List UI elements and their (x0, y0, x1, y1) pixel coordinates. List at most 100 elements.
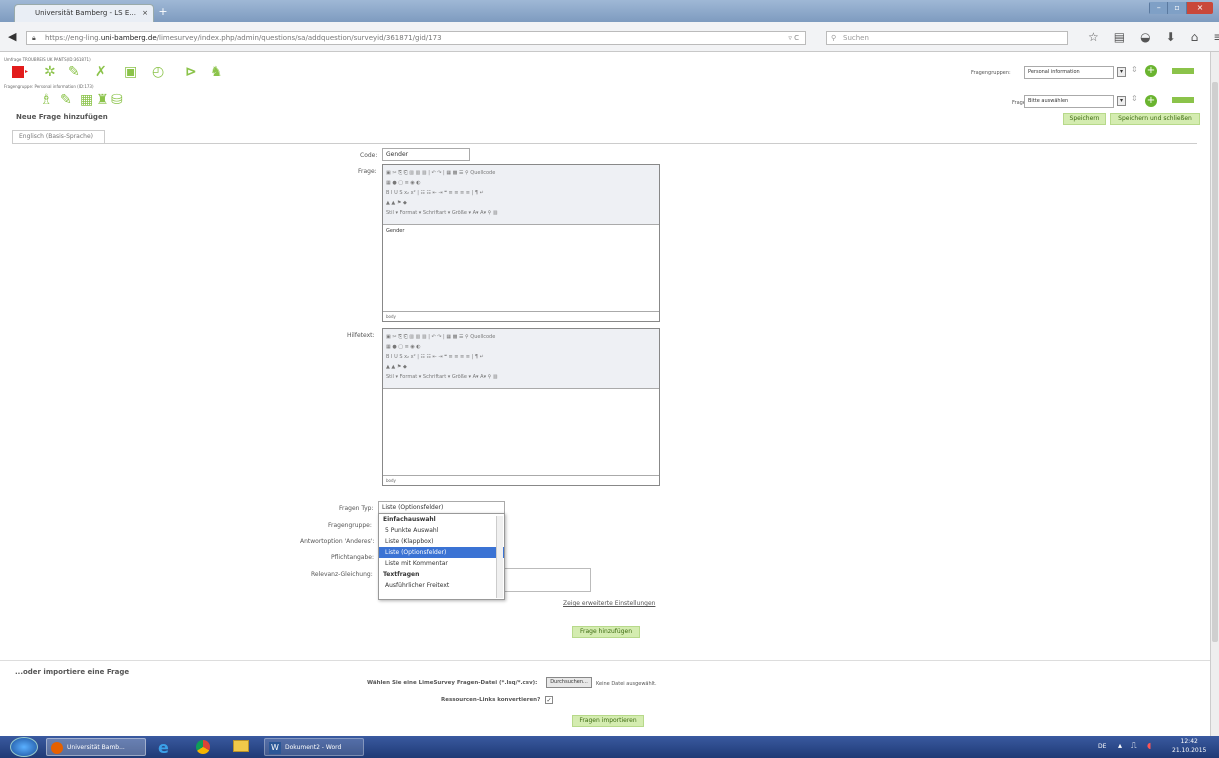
add-group-icon[interactable]: + (1145, 65, 1157, 77)
download-icon[interactable]: ⬇ (1166, 30, 1176, 44)
maximize-icon[interactable]: ▫ (1167, 2, 1186, 14)
tools-icon[interactable]: ✗ (95, 64, 107, 80)
help-editor[interactable]: ▣ ✂ ⎘ ⎗ ▥ ▥ ▥ | ↶ ↷ | ▦ ▩ ☰ ⚲ Quellcode ▦… (382, 328, 660, 486)
taskbar-firefox[interactable]: Universität Bamb... (46, 738, 146, 756)
import-file-label: Wählen Sie eine LimeSurvey Fragen-Datei … (367, 680, 538, 686)
code-label: Code: (360, 152, 378, 159)
taskbar-word-label: Dokument2 - Word (285, 744, 342, 751)
browser-toolbar-icons: ☆ ▤ ◒ ⬇ ⌂ ≡ (1088, 30, 1219, 44)
edit-icon[interactable]: ✎ (68, 64, 80, 80)
question-type-dropdown[interactable]: Einfachauswahl 5 Punkte Auswahl Liste (K… (378, 513, 505, 600)
group-reorder-icon[interactable]: ⇕ (1131, 65, 1138, 74)
search-placeholder: Suchen (843, 34, 869, 42)
relevance-input[interactable] (503, 568, 591, 592)
page-scrollbar[interactable] (1210, 52, 1219, 736)
dropdown-option[interactable]: Liste (Klappbox) (379, 536, 504, 547)
url-prefix: https://eng-ling. (45, 34, 101, 42)
question-dropdown-arrow-icon[interactable]: ▾ (1117, 96, 1126, 106)
network-icon[interactable]: ⎍ (1131, 741, 1137, 751)
internet-explorer-icon[interactable]: e (158, 738, 169, 757)
search-input[interactable]: ⚲ Suchen (826, 31, 1068, 45)
back-icon[interactable]: ◀ (8, 30, 16, 43)
tab-english-base[interactable]: Englisch (Basis-Sprache) (12, 130, 105, 144)
dropdown-option[interactable]: 5 Punkte Auswahl (379, 525, 504, 536)
question-editor-body[interactable]: Gender (383, 225, 659, 311)
group-logic-icon[interactable]: ▦ (80, 92, 93, 108)
responses-icon[interactable]: ◴ (152, 64, 164, 80)
question-text-label: Frage: (358, 168, 377, 175)
browser-tab[interactable]: Universität Bamberg - LS E... × (14, 4, 154, 22)
explorer-icon[interactable] (233, 740, 249, 752)
dropdown-scrollbar[interactable] (496, 516, 503, 598)
delete-group-icon[interactable]: ♜ (96, 92, 109, 108)
convert-links-label: Ressourcen-Links konvertieren? (441, 697, 541, 703)
clock[interactable]: 12:42 21.10.2015 (1172, 737, 1206, 755)
bookmarks-list-icon[interactable]: ▤ (1114, 30, 1125, 44)
new-tab-button[interactable]: + (156, 6, 170, 18)
dropdown-group-header: Textfragen (383, 571, 420, 578)
display-icon[interactable]: ▣ (124, 64, 137, 80)
address-bar[interactable]: 🔒︎ https://eng-ling.uni-bamberg.de/limes… (26, 31, 806, 45)
window-controls: – ▫ × (1149, 2, 1213, 14)
stop-survey-icon[interactable] (12, 66, 24, 78)
search-icon: ⚲ (831, 34, 837, 42)
dropdown-group-header: Einfachauswahl (383, 516, 436, 523)
firefox-icon (51, 742, 63, 754)
close-window-icon[interactable]: × (1185, 2, 1213, 14)
page-content: Umfrage TROUBREIS UK PANTS(ID:361871) ▸ … (0, 52, 1210, 736)
other-option-label: Antwortoption 'Anderes': (300, 538, 375, 545)
question-minimize-icon[interactable] (1172, 97, 1194, 103)
dropdown-option[interactable]: Liste mit Kommentar (379, 558, 504, 569)
preview-group-icon[interactable]: ♗ (40, 92, 53, 108)
question-select[interactable]: Bitte auswählen (1024, 95, 1114, 108)
mandatory-label: Pflichtangabe: (331, 554, 375, 561)
dropdown-option-selected[interactable]: Liste (Optionsfelder) (379, 547, 504, 558)
code-input[interactable]: Gender (382, 148, 470, 161)
no-file-text: Keine Datei ausgewählt. (596, 681, 657, 687)
pocket-icon[interactable]: ◒ (1140, 30, 1150, 44)
group-select[interactable]: Personal information (1024, 66, 1114, 79)
save-button[interactable]: Speichern (1063, 113, 1106, 125)
volume-icon[interactable]: ◖ (1147, 741, 1151, 750)
taskbar-word[interactable]: W Dokument2 - Word (264, 738, 364, 756)
chrome-icon[interactable] (196, 740, 210, 754)
start-button-icon[interactable] (10, 737, 38, 757)
help-text-label: Hilfetext: (347, 332, 375, 339)
edit-group-icon[interactable]: ✎ (60, 92, 72, 108)
help-editor-body[interactable] (383, 389, 659, 475)
tray-arrow-icon[interactable]: ▴ (1118, 741, 1122, 750)
question-editor[interactable]: ▣ ✂ ⎘ ⎗ ▥ ▥ ▥ | ↶ ↷ | ▦ ▩ ☰ ⚲ Quellcode ▦… (382, 164, 660, 322)
tab-divider (12, 143, 1197, 144)
add-question-icon[interactable]: + (1145, 95, 1157, 107)
import-question-button[interactable]: Fragen importieren (572, 715, 644, 727)
windows-taskbar: Universität Bamb... e W Dokument2 - Word… (0, 736, 1219, 758)
question-reorder-icon[interactable]: ⇕ (1131, 94, 1138, 103)
relevance-label: Relevanz-Gleichung: (311, 571, 373, 578)
url-domain: uni-bamberg.de (100, 34, 157, 42)
save-close-button[interactable]: Speichern und schließen (1110, 113, 1200, 125)
add-question-button[interactable]: Frage hinzufügen (572, 626, 640, 638)
settings-icon[interactable]: ✲ (44, 64, 56, 80)
export-group-icon[interactable]: ⛁ (111, 92, 123, 108)
menu-icon[interactable]: ≡ (1213, 30, 1219, 44)
language-indicator[interactable]: DE (1098, 743, 1106, 750)
group-minimize-icon[interactable] (1172, 68, 1194, 74)
advanced-settings-link[interactable]: Zeige erweiterte Einstellungen (563, 600, 655, 607)
tokens-icon[interactable]: ♞ (210, 64, 223, 80)
minimize-icon[interactable]: – (1149, 2, 1168, 14)
scrollbar-thumb[interactable] (1212, 82, 1218, 642)
browse-button[interactable]: Durchsuchen... (546, 677, 592, 688)
activate-arrow-icon[interactable]: ▸ (25, 68, 28, 75)
group-dropdown-arrow-icon[interactable]: ▾ (1117, 67, 1126, 77)
export-icon[interactable]: ⊳ (185, 64, 197, 80)
bookmark-star-icon[interactable]: ☆ (1088, 30, 1099, 44)
home-icon[interactable]: ⌂ (1191, 30, 1199, 44)
reload-icon[interactable]: ▿ C (788, 32, 799, 44)
question-editor-toolbar[interactable]: ▣ ✂ ⎘ ⎗ ▥ ▥ ▥ | ↶ ↷ | ▦ ▩ ☰ ⚲ Quellcode ▦… (383, 165, 659, 225)
page-title: Neue Frage hinzufügen (16, 113, 108, 121)
help-editor-toolbar[interactable]: ▣ ✂ ⎘ ⎗ ▥ ▥ ▥ | ↶ ↷ | ▦ ▩ ☰ ⚲ Quellcode ▦… (383, 329, 659, 389)
import-heading: ...oder importiere eine Frage (15, 668, 130, 676)
dropdown-option[interactable]: Ausführlicher Freitext (379, 580, 504, 591)
close-tab-icon[interactable]: × (142, 5, 148, 21)
convert-links-checkbox[interactable]: ✓ (545, 696, 553, 704)
